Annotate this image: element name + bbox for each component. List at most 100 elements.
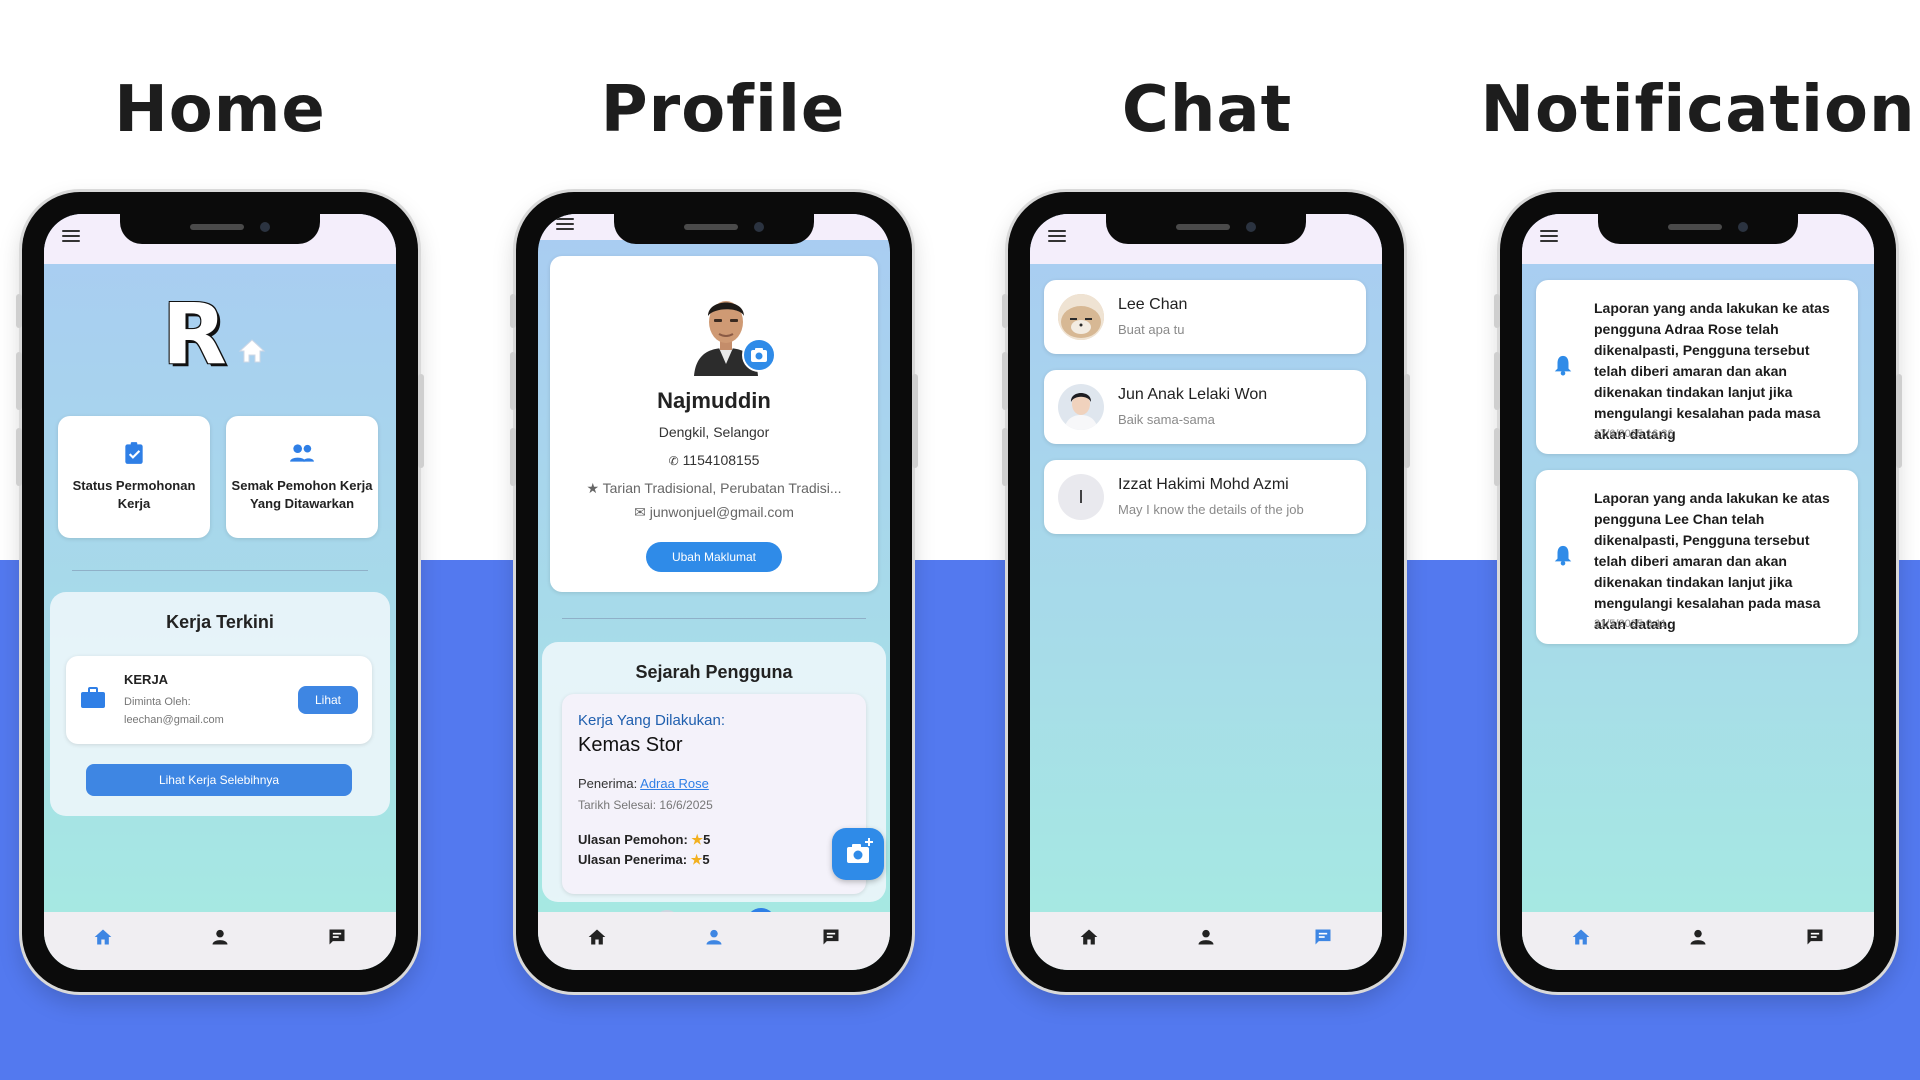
notification-text: Laporan yang anda lakukan ke atas penggu…	[1594, 490, 1830, 632]
receiver-link[interactable]: Adraa Rose	[640, 776, 709, 791]
notification-item[interactable]: Laporan yang anda lakukan ke atas penggu…	[1536, 280, 1858, 454]
conversation-name: Izzat Hakimi Mohd Azmi	[1118, 476, 1289, 493]
group-icon	[290, 444, 314, 462]
profile-email: junwonjuel@gmail.com	[649, 504, 794, 520]
nav-home-icon[interactable]	[585, 925, 609, 949]
job-done-title: Kemas Stor	[578, 734, 683, 756]
receiver-review-value: 5	[702, 852, 710, 867]
phone-chat: Ruang Pesan Lee Chan Buat apa tu	[1002, 192, 1410, 992]
chat-screen: Ruang Pesan Lee Chan Buat apa tu	[1030, 214, 1382, 970]
nav-profile-icon[interactable]	[208, 925, 232, 949]
nav-chat-icon[interactable]	[1311, 925, 1335, 949]
notification-item[interactable]: Laporan yang anda lakukan ke atas penggu…	[1536, 470, 1858, 644]
nav-profile-icon[interactable]	[702, 925, 726, 949]
conversation-name: Lee Chan	[1118, 296, 1188, 313]
divider	[562, 618, 866, 619]
profile-screen: Najmuddin Dengkil, Selangor ✆ 1154108155…	[538, 214, 890, 970]
notification-time: 21/5/2025 0:11	[1594, 618, 1667, 630]
nav-home-icon[interactable]	[91, 925, 115, 949]
notification-screen: Notifikasi Laporan yang anda lakukan ke …	[1522, 214, 1874, 970]
profile-card: Najmuddin Dengkil, Selangor ✆ 1154108155…	[550, 256, 878, 592]
section-title-home: Home	[114, 73, 326, 147]
review-applicants-card[interactable]: Semak Pemohon Kerja Yang Ditawarkan	[226, 416, 378, 538]
finished-date: Tarikh Selesai: 16/6/2025	[578, 798, 713, 812]
job-card[interactable]: KERJA Diminta Oleh: leechan@gmail.com Li…	[66, 656, 372, 744]
profile-phone: 1154108155	[682, 452, 760, 468]
requested-by-email: leechan@gmail.com	[124, 714, 224, 726]
receiver-row: Penerima: Adraa Rose	[578, 776, 709, 791]
star-icon: ★	[586, 480, 599, 496]
email-icon: ✉	[634, 504, 646, 520]
home-icon	[238, 339, 266, 363]
bottom-nav	[538, 912, 890, 970]
profile-name: Najmuddin	[657, 388, 771, 413]
conversation-item[interactable]: Jun Anak Lelaki Won Baik sama-sama	[1044, 370, 1366, 444]
applicant-review-value: 5	[703, 832, 711, 847]
profile-skills-row: ★ Tarian Tradisional, Perubatan Tradisi.…	[550, 480, 878, 497]
status-application-card[interactable]: Status Permohonan Kerja	[58, 416, 210, 538]
history-card: Kerja Yang Dilakukan: Kemas Stor Penerim…	[562, 694, 866, 894]
app-logo: R	[162, 292, 272, 382]
section-title-chat: Chat	[1121, 73, 1293, 147]
bottom-nav	[44, 912, 396, 970]
bell-icon	[1554, 355, 1572, 376]
user-history-heading: Sejarah Pengguna	[635, 662, 793, 682]
receiver-review-label: Ulasan Penerima:	[578, 852, 688, 867]
phone-home: Halaman Utama R Status Permohonan Kerja	[16, 192, 424, 992]
add-photo-icon	[847, 838, 873, 863]
notification-text: Laporan yang anda lakukan ke atas penggu…	[1594, 300, 1830, 442]
profile-phone-row: ✆ 1154108155	[550, 452, 878, 468]
conversation-item[interactable]: Lee Chan Buat apa tu	[1044, 280, 1366, 354]
conversation-preview: Buat apa tu	[1118, 322, 1185, 337]
requested-by-label: Diminta Oleh:	[124, 696, 191, 708]
bell-icon	[1554, 545, 1572, 566]
avatar	[1058, 384, 1104, 430]
star-icon: ★	[690, 852, 703, 867]
recent-jobs-heading: Kerja Terkini	[166, 612, 274, 632]
conversation-item[interactable]: I Izzat Hakimi Mohd Azmi May I know the …	[1044, 460, 1366, 534]
star-icon: ★	[691, 832, 704, 847]
nav-chat-icon[interactable]	[1803, 925, 1827, 949]
add-photo-fab[interactable]	[832, 828, 884, 880]
profile-skills: Tarian Tradisional, Perubatan Tradisi...	[602, 480, 842, 496]
applicant-review-row: Ulasan Pemohon: ★5	[578, 832, 710, 848]
view-job-button[interactable]: Lihat	[298, 686, 358, 714]
view-more-jobs-button[interactable]: Lihat Kerja Selebihnya	[86, 764, 352, 796]
nav-chat-icon[interactable]	[325, 925, 349, 949]
conversation-name: Jun Anak Lelaki Won	[1118, 386, 1268, 403]
profile-location: Dengkil, Selangor	[658, 424, 770, 440]
nav-profile-icon[interactable]	[1194, 925, 1218, 949]
nav-chat-icon[interactable]	[819, 925, 843, 949]
review-applicants-label: Semak Pemohon Kerja Yang Ditawarkan	[231, 478, 373, 511]
applicant-review-label: Ulasan Pemohon:	[578, 832, 688, 847]
avatar-initial: I	[1058, 474, 1104, 520]
job-title: KERJA	[124, 672, 169, 687]
nav-home-icon[interactable]	[1077, 925, 1101, 949]
status-application-label: Status Permohonan Kerja	[72, 478, 196, 511]
clipboard-check-icon	[125, 442, 143, 464]
conversation-preview: May I know the details of the job	[1118, 502, 1304, 517]
section-title-profile: Profile	[600, 73, 846, 147]
bottom-nav	[1030, 912, 1382, 970]
divider	[72, 570, 368, 571]
phone-notification: Notifikasi Laporan yang anda lakukan ke …	[1494, 192, 1902, 992]
receiver-label: Penerima:	[578, 776, 638, 791]
camera-icon	[751, 348, 767, 362]
nav-home-icon[interactable]	[1569, 925, 1593, 949]
edit-profile-button[interactable]: Ubah Maklumat	[646, 542, 782, 572]
job-done-label: Kerja Yang Dilakukan:	[578, 712, 726, 729]
notification-time: 17/6/2025 16:36	[1594, 428, 1674, 440]
conversation-preview: Baik sama-sama	[1118, 412, 1215, 427]
receiver-review-row: Ulasan Penerima: ★5	[578, 852, 710, 868]
phone-icon: ✆	[668, 454, 679, 468]
nav-profile-icon[interactable]	[1686, 925, 1710, 949]
bottom-nav	[1522, 912, 1874, 970]
recent-jobs-panel: Kerja Terkini KERJA Diminta Oleh: leecha…	[50, 592, 390, 816]
home-screen: Halaman Utama R Status Permohonan Kerja	[44, 214, 396, 970]
change-photo-button[interactable]	[742, 338, 776, 372]
section-title-notification: Notification	[1480, 73, 1916, 147]
briefcase-icon	[81, 687, 105, 708]
avatar	[1058, 294, 1104, 340]
menu-icon[interactable]	[556, 218, 574, 232]
profile-email-row: ✉ junwonjuel@gmail.com	[550, 504, 878, 521]
